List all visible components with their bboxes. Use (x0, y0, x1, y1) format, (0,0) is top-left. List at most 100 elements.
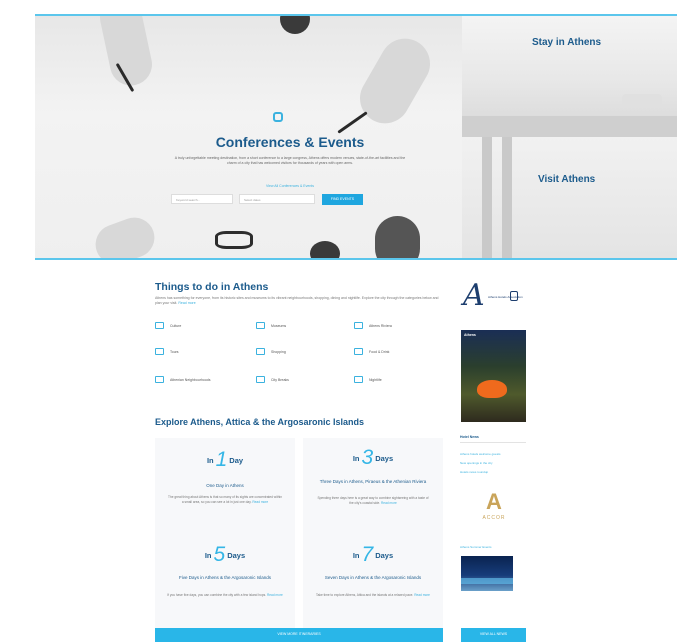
things-description: Athens has something for everyone, from … (155, 296, 445, 306)
lights-image (461, 578, 513, 584)
stay-in-athens-panel[interactable]: Stay in Athens (462, 16, 677, 137)
card-heading: In5 Days (155, 543, 295, 567)
card-heading: In1 Day (155, 448, 295, 472)
accor-logo[interactable]: A ACCOR (478, 491, 510, 531)
day-count: 3 (361, 446, 374, 469)
category-shopping[interactable]: Shopping (256, 348, 286, 355)
in-label: In (352, 551, 360, 560)
view-all-events-link[interactable]: View All Conferences & Events (215, 184, 365, 188)
stay-panel-title: Stay in Athens (532, 37, 602, 48)
sidebar-heading: Hotel News (460, 435, 479, 439)
category-tours[interactable]: Tours (155, 348, 179, 355)
day-count: 7 (361, 543, 374, 566)
category-label: Nightlife (369, 377, 382, 382)
hero-banner: Conferences & Events A truly unforgettab… (35, 16, 462, 259)
day-count: 5 (213, 543, 226, 566)
category-riviera[interactable]: Athens Riviera (354, 322, 392, 329)
sidebar-ad-banner[interactable]: Athens (461, 330, 526, 422)
column-image (502, 137, 512, 258)
sidebar-photo[interactable] (461, 556, 513, 591)
date-field[interactable]: Select dates (239, 194, 315, 204)
read-more-link[interactable]: Read more (267, 593, 283, 597)
view-more-itineraries-button[interactable]: VIEW MORE ITINERARIES (155, 628, 443, 642)
category-label: Culture (170, 323, 182, 328)
category-culture[interactable]: Culture (155, 322, 181, 329)
association-logo[interactable]: A Athens Hotels Association (460, 278, 526, 322)
museum-icon (256, 322, 265, 329)
things-paragraph: Athens has something for everyone, from … (155, 296, 439, 305)
card-subtitle: Seven Days in Athens & the Argosaronic I… (324, 575, 422, 580)
card-heading: In3 Days (303, 446, 443, 470)
things-title: Things to do in Athens (155, 281, 269, 293)
culture-icon (155, 322, 164, 329)
beach-icon (354, 322, 363, 329)
category-label: Food & Drink (369, 349, 390, 354)
logo-letter: A (463, 278, 485, 313)
hero-divider (35, 258, 677, 260)
hand-image (350, 29, 440, 133)
accor-wordmark: ACCOR (482, 515, 506, 521)
itinerary-card-1-day[interactable]: In1 Day One Day in Athens The great thing… (155, 438, 295, 533)
food-icon (354, 348, 363, 355)
coffee-cup-image (310, 241, 340, 259)
card-description: Spending three days here is a great way … (315, 496, 431, 506)
day-unit: Days (227, 551, 246, 560)
read-more-link[interactable]: Read more (178, 301, 195, 305)
category-label: Museums (271, 323, 287, 328)
pen-image (337, 111, 368, 134)
search-input[interactable]: Keyword search... (171, 194, 233, 204)
visit-panel-title: Visit Athens (538, 174, 596, 185)
flame-image (477, 380, 507, 398)
read-more-link[interactable]: Read more (252, 500, 268, 504)
category-label: Athenian Neighbourhoods (170, 377, 211, 382)
glasses-image (215, 231, 253, 249)
ad-title: Athens (464, 333, 476, 337)
card-text: Spending three days here is a great way … (317, 496, 429, 505)
accor-mark-icon: A (486, 489, 502, 514)
bed-image (462, 116, 677, 137)
day-unit: Day (229, 456, 244, 465)
category-label: City Breaks (271, 377, 289, 382)
card-subtitle: Three Days in Athens, Piraeus & the Athe… (319, 479, 427, 484)
sidebar-news-link[interactable]: New openings in the city (460, 461, 493, 465)
category-label: Tours (170, 349, 179, 354)
card-description: Take time to explore Athens, Attica and … (315, 593, 431, 598)
shopping-bag-icon (256, 348, 265, 355)
conference-icon (273, 112, 283, 122)
in-label: In (206, 456, 214, 465)
card-subtitle: Five Days in Athens & the Argosaronic Is… (178, 575, 272, 580)
hand-image (375, 216, 420, 259)
category-food[interactable]: Food & Drink (354, 348, 389, 355)
pillow-image (622, 94, 662, 108)
itinerary-card-7-days[interactable]: In7 Days Seven Days in Athens & the Argos… (303, 533, 443, 628)
hero-description: A truly unforgettable meeting destinatio… (174, 156, 406, 165)
explore-title: Explore Athens, Attica & the Argosaronic… (155, 417, 365, 427)
hero-title: Conferences & Events (215, 134, 365, 150)
neighbourhood-icon (155, 376, 164, 383)
coffee-cup-image (280, 16, 310, 34)
day-count: 1 (215, 448, 228, 471)
sidebar-news-link[interactable]: Athens hotels welcome guests (460, 452, 501, 456)
column-image (482, 137, 492, 258)
view-all-news-button[interactable]: VIEW ALL NEWS (461, 628, 526, 642)
day-unit: Days (375, 454, 394, 463)
card-heading: In7 Days (303, 543, 443, 567)
visit-athens-panel[interactable]: Visit Athens (462, 137, 677, 258)
category-nightlife[interactable]: Nightlife (354, 376, 382, 383)
map-icon (155, 348, 164, 355)
category-citybreaks[interactable]: City Breaks (256, 376, 289, 383)
category-neighbourhoods[interactable]: Athenian Neighbourhoods (155, 376, 210, 383)
sidebar-divider (460, 442, 526, 443)
itinerary-card-3-days[interactable]: In3 Days Three Days in Athens, Piraeus & … (303, 438, 443, 533)
hand-image (89, 211, 161, 259)
read-more-link[interactable]: Read more (381, 501, 397, 505)
category-label: Shopping (271, 349, 286, 354)
find-events-button[interactable]: FIND EVENTS (322, 194, 363, 205)
category-museums[interactable]: Museums (256, 322, 286, 329)
itinerary-card-5-days[interactable]: In5 Days Five Days in Athens & the Argosa… (155, 533, 295, 628)
sidebar-photo-link[interactable]: Athens Summer Events (460, 545, 492, 549)
read-more-link[interactable]: Read more (414, 593, 430, 597)
category-label: Athens Riviera (369, 323, 392, 328)
crest-icon (510, 291, 518, 301)
sidebar-news-link[interactable]: Hotels news roundup (460, 470, 488, 474)
